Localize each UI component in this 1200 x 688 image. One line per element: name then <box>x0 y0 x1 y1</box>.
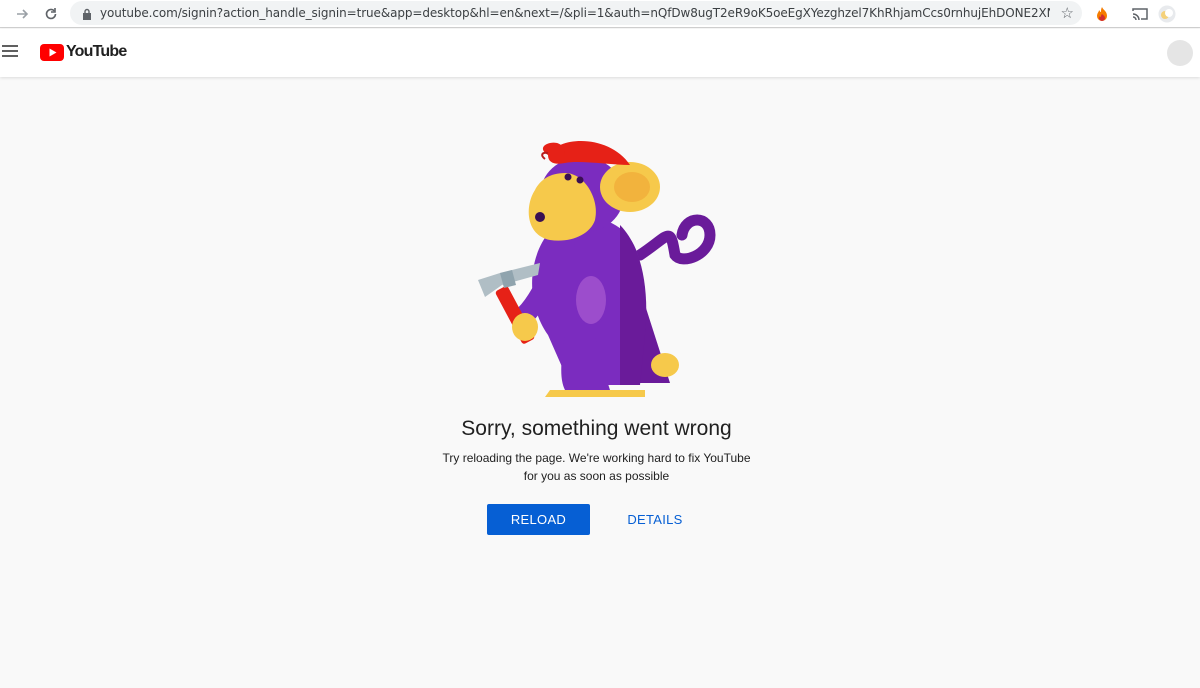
error-monkey-illustration <box>478 141 716 397</box>
profile-icon[interactable] <box>1158 5 1176 23</box>
menu-icon[interactable] <box>2 45 18 59</box>
extension-icon[interactable] <box>1093 5 1111 23</box>
reload-icon[interactable] <box>40 4 62 24</box>
avatar[interactable] <box>1167 40 1193 66</box>
reload-button[interactable]: RELOAD <box>487 504 590 535</box>
lock-icon <box>82 7 92 20</box>
youtube-logo[interactable]: YouTube <box>40 43 127 61</box>
youtube-logo-text: YouTube <box>66 43 127 60</box>
error-message: Try reloading the page. We're working ha… <box>442 451 751 483</box>
forward-icon[interactable] <box>12 4 34 24</box>
details-button[interactable]: DETAILS <box>620 504 690 535</box>
browser-toolbar: youtube.com/signin?action_handle_signin=… <box>0 0 1200 28</box>
youtube-masthead: YouTube <box>0 29 1200 77</box>
url-text[interactable]: youtube.com/signin?action_handle_signin=… <box>100 6 1050 20</box>
star-icon[interactable]: ☆ <box>1061 4 1074 22</box>
cast-icon[interactable] <box>1131 5 1149 23</box>
address-bar[interactable]: youtube.com/signin?action_handle_signin=… <box>70 1 1082 25</box>
error-title: Sorry, something went wrong <box>461 417 732 440</box>
youtube-logo-icon <box>40 43 64 61</box>
